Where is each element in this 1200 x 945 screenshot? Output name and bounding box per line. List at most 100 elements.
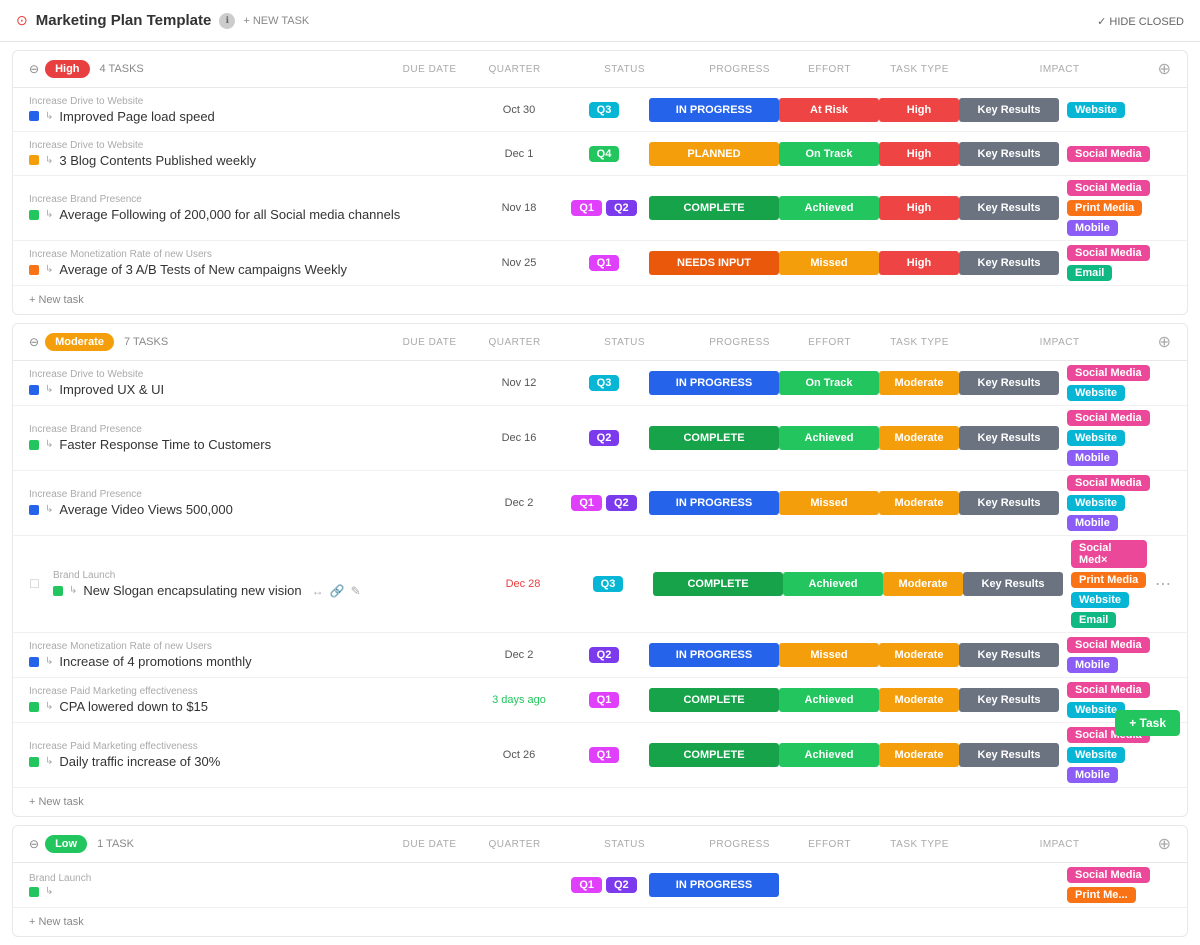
- tasktype-badge: Key Results: [959, 196, 1059, 220]
- quarter-badge: Q4: [589, 146, 620, 162]
- task-name-cell: Increase Brand Presence ↳ Average Video Vi…: [29, 483, 479, 523]
- page: ⊙ Marketing Plan Template ℹ + NEW TASK ✓…: [0, 0, 1200, 937]
- task-impact: Social Med×Print MediaWebsiteEmail: [1063, 536, 1155, 632]
- task-parent-label: Increase Drive to Website: [29, 140, 479, 151]
- effort-badge: Moderate: [879, 743, 959, 767]
- add-task-row[interactable]: + New task: [13, 286, 1187, 314]
- status-badge: COMPLETE: [649, 196, 779, 220]
- row-actions: ↔ 🔗 ✎: [312, 584, 361, 598]
- task-name-label[interactable]: Average of 3 A/B Tests of New campaigns …: [59, 262, 347, 277]
- task-link-icon: ↳: [45, 111, 53, 122]
- task-progress: Missed: [779, 251, 879, 275]
- task-name-label[interactable]: Improved UX & UI: [59, 382, 164, 397]
- task-name-label[interactable]: Improved Page load speed: [59, 109, 214, 124]
- task-name-label[interactable]: Increase of 4 promotions monthly: [59, 654, 251, 669]
- row-action-icon[interactable]: ✎: [351, 584, 361, 598]
- row-dots-menu[interactable]: ⋯: [1155, 574, 1171, 594]
- col-header-label: TASK TYPE: [870, 839, 970, 850]
- header: ⊙ Marketing Plan Template ℹ + NEW TASK ✓…: [0, 0, 1200, 42]
- tasktype-badge: Key Results: [959, 251, 1059, 275]
- column-labels: DUE DATEQUARTERSTATUSPROGRESSEFFORTTASK …: [390, 337, 1150, 348]
- effort-badge: Moderate: [879, 643, 959, 667]
- task-parent-label: Increase Paid Marketing effectiveness: [29, 686, 479, 697]
- add-task-row[interactable]: + New task: [13, 788, 1187, 816]
- table-row: Increase Brand Presence↳Faster Response …: [13, 406, 1187, 471]
- impact-tag: Social Media: [1067, 682, 1150, 698]
- task-impact: Social MediaPrint Me...: [1059, 863, 1171, 907]
- add-column-icon[interactable]: ⊕: [1158, 59, 1171, 79]
- task-status: IN PROGRESS: [649, 643, 779, 667]
- task-effort: Moderate: [879, 688, 959, 712]
- impact-tag: Website: [1067, 747, 1125, 763]
- hide-closed-button[interactable]: ✓ HIDE CLOSED: [1097, 14, 1184, 28]
- task-name-row: ↳: [29, 886, 479, 897]
- task-name-cell: Increase Drive to Website↳Improved Page …: [29, 90, 479, 130]
- task-name-label[interactable]: Daily traffic increase of 30%: [59, 754, 220, 769]
- group-toggle-icon[interactable]: ⊖: [29, 62, 39, 76]
- task-quarter: Q1: [559, 255, 649, 271]
- task-progress: On Track: [779, 142, 879, 166]
- status-badge: PLANNED: [649, 142, 779, 166]
- task-due-date: Nov 18: [479, 202, 559, 214]
- task-status: COMPLETE: [649, 743, 779, 767]
- table-row: Increase Paid Marketing effectiveness↳Da…: [13, 723, 1187, 788]
- col-header-label: PROGRESS: [690, 337, 790, 348]
- task-name-label[interactable]: Average Video Views 500,000: [59, 502, 232, 517]
- task-color-indicator: [29, 757, 39, 767]
- effort-badge: Moderate: [879, 688, 959, 712]
- add-column-icon[interactable]: ⊕: [1158, 834, 1171, 854]
- progress-badge: Achieved: [783, 572, 883, 596]
- task-name-label[interactable]: Faster Response Time to Customers: [59, 437, 271, 452]
- quarter-badge: Q2: [589, 647, 620, 663]
- column-labels: DUE DATEQUARTERSTATUSPROGRESSEFFORTTASK …: [390, 839, 1150, 850]
- table-row: Increase Paid Marketing effectiveness ↳CP…: [13, 678, 1187, 723]
- task-progress: Achieved: [779, 426, 879, 450]
- add-column-icon[interactable]: ⊕: [1158, 332, 1171, 352]
- task-name-label[interactable]: New Slogan encapsulating new vision: [83, 583, 301, 598]
- status-badge: IN PROGRESS: [649, 873, 779, 897]
- task-name-cell: Increase Drive to Website↳3 Blog Content…: [29, 134, 479, 174]
- task-quarter: Q1Q2: [559, 495, 649, 511]
- task-parent-label: Increase Brand Presence: [29, 489, 479, 500]
- task-due-date: Dec 2: [479, 649, 559, 661]
- task-quarter: Q1Q2: [559, 877, 649, 893]
- task-effort: High: [879, 98, 959, 122]
- col-header-label: TASK TYPE: [870, 64, 970, 75]
- group-toggle-icon[interactable]: ⊖: [29, 837, 39, 851]
- status-badge: COMPLETE: [649, 743, 779, 767]
- task-progress: Achieved: [779, 196, 879, 220]
- bottom-add-task[interactable]: + Task: [1115, 710, 1180, 736]
- task-type: Key Results: [963, 572, 1063, 596]
- task-color-indicator: [53, 586, 63, 596]
- task-name-row: ↳CPA lowered down to $15: [29, 699, 479, 714]
- task-status: COMPLETE: [649, 426, 779, 450]
- info-icon[interactable]: ℹ: [219, 13, 235, 29]
- col-header-label: PROGRESS: [690, 839, 790, 850]
- row-checkbox[interactable]: ☐: [29, 577, 49, 591]
- quarter-badge: Q1: [571, 877, 602, 893]
- task-name-label[interactable]: 3 Blog Contents Published weekly: [59, 153, 256, 168]
- row-action-icon[interactable]: ↔: [312, 584, 324, 598]
- task-link-icon: ↳: [45, 209, 53, 220]
- task-name-label[interactable]: CPA lowered down to $15: [59, 699, 208, 714]
- status-badge: IN PROGRESS: [649, 491, 779, 515]
- quarter-badge: Q1: [589, 747, 620, 763]
- group-toggle-icon[interactable]: ⊖: [29, 335, 39, 349]
- add-task-button[interactable]: + Task: [1115, 710, 1180, 736]
- table-row: Increase Brand Presence ↳ Average Video Vi…: [13, 471, 1187, 536]
- task-status: COMPLETE: [649, 688, 779, 712]
- task-name-row: ↳Faster Response Time to Customers: [29, 437, 479, 452]
- task-name-label[interactable]: Average Following of 200,000 for all Soc…: [59, 207, 400, 222]
- tasktype-badge: Key Results: [963, 572, 1063, 596]
- task-quarter: Q2: [559, 647, 649, 663]
- tasktype-badge: Key Results: [959, 643, 1059, 667]
- task-type: Key Results: [959, 643, 1059, 667]
- task-type: Key Results: [959, 142, 1059, 166]
- task-impact: Social MediaEmail: [1059, 241, 1171, 285]
- row-action-icon[interactable]: 🔗: [330, 584, 345, 598]
- new-task-header-button[interactable]: + NEW TASK: [243, 15, 309, 27]
- col-header-label: IMPACT: [970, 337, 1150, 348]
- impact-tag: Print Media: [1067, 200, 1142, 216]
- add-task-row[interactable]: + New task: [13, 908, 1187, 936]
- task-link-icon: ↳: [45, 504, 53, 515]
